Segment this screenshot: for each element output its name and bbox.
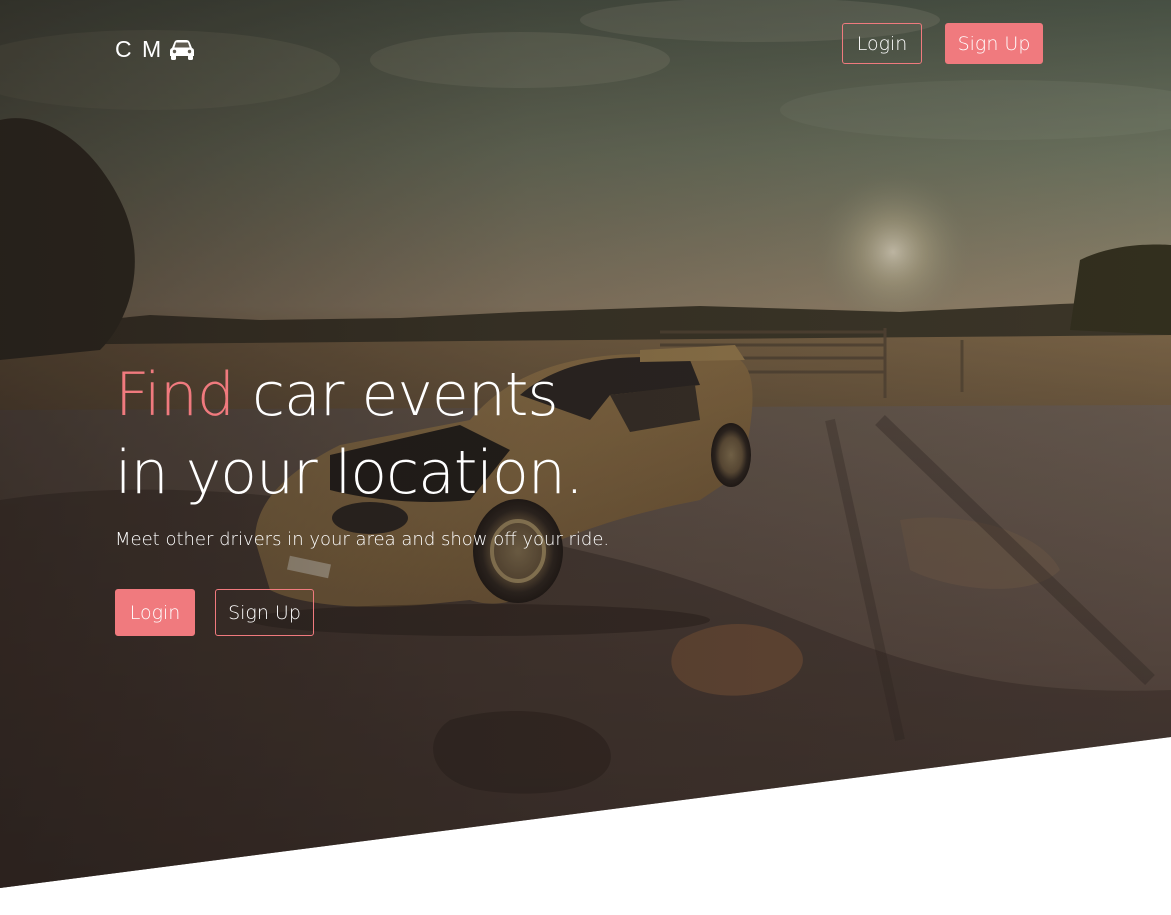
nav-signup-button[interactable]: Sign Up — [945, 23, 1043, 64]
hero-signup-button[interactable]: Sign Up — [215, 589, 314, 636]
hero-headline: Find car events in your location. — [115, 356, 584, 512]
hero-section: C M Login Sign Up Find car events in your… — [0, 0, 1171, 888]
headline-accent: Find — [115, 360, 235, 430]
car-icon — [169, 39, 195, 61]
hero-subtitle: Meet other drivers in your area and show… — [115, 529, 610, 550]
hero-login-button[interactable]: Login — [115, 589, 195, 636]
nav-login-button[interactable]: Login — [842, 23, 922, 64]
logo-text: C M — [115, 36, 164, 62]
headline-rest: car events — [233, 360, 559, 430]
brand-logo[interactable]: C M — [115, 36, 195, 63]
top-navigation: C M Login Sign Up — [0, 0, 1171, 90]
headline-line2: in your location. — [115, 438, 584, 508]
